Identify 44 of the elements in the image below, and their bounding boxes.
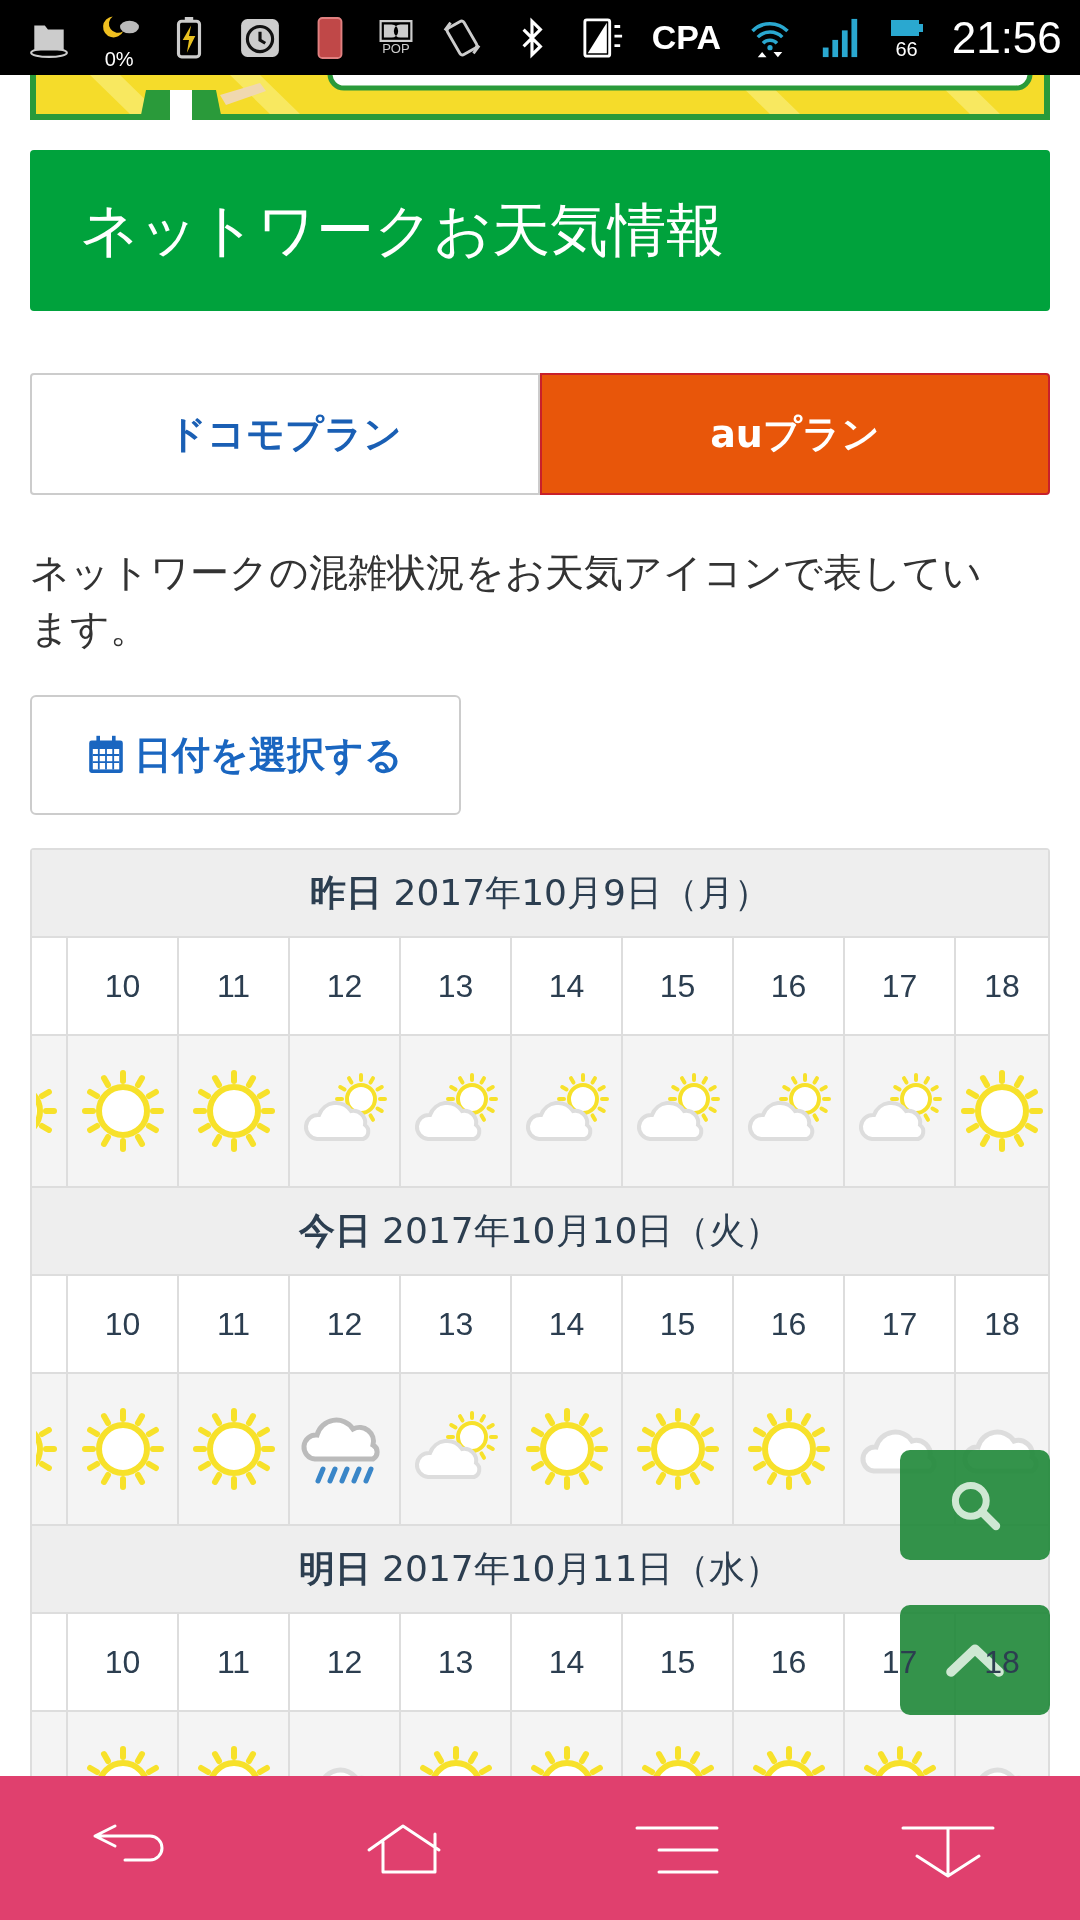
nfc-icon — [581, 16, 624, 59]
calendar-icon — [88, 735, 124, 775]
hour-label: 12 — [326, 1305, 363, 1343]
page-title: ネットワークお天気情報 — [80, 194, 724, 266]
hour-label: 15 — [659, 967, 696, 1005]
hour-label: 11 — [216, 967, 251, 1005]
hour-label: 15 — [659, 1643, 696, 1681]
hour-label: 10 — [104, 967, 141, 1005]
hour-label: 14 — [548, 1643, 585, 1681]
hour-label: 15 — [659, 1305, 696, 1343]
plan-tab[interactable]: ドコモプラン — [30, 373, 540, 495]
hour-label: 17 — [881, 1643, 918, 1681]
description-text: ネットワークの混雑状況をお天気アイコンで表しています。 — [30, 549, 983, 653]
hour-label: 13 — [437, 1305, 474, 1343]
hour-label: 18 — [984, 1305, 1020, 1343]
hour-label: 10 — [104, 1305, 141, 1343]
hour-label: 18 — [984, 967, 1020, 1005]
hour-label: 17 — [881, 1305, 918, 1343]
date-select-button[interactable]: 日付を選択する — [30, 695, 461, 815]
hour-label: 16 — [770, 967, 807, 1005]
plan-tab[interactable]: auプラン — [540, 373, 1050, 495]
hour-label: 14 — [548, 1305, 585, 1343]
hour-label: 12 — [326, 1643, 363, 1681]
hour-label: 13 — [437, 1643, 474, 1681]
day-title: 今日 2017年10月10日（火） — [298, 1208, 782, 1253]
day-title: 明日 2017年10月11日（水） — [298, 1546, 782, 1591]
hour-label: 17 — [881, 967, 918, 1005]
hour-label: 10 — [104, 1643, 141, 1681]
hour-label: 14 — [548, 967, 585, 1005]
carrier-label: CPA — [651, 18, 721, 57]
audio-label: POP — [382, 41, 410, 56]
dolby-icon — [378, 19, 413, 42]
hour-label: 11 — [216, 1643, 251, 1681]
search-button[interactable] — [900, 1450, 1050, 1560]
hour-label: 12 — [326, 967, 363, 1005]
hour-label: 13 — [437, 967, 474, 1005]
battery-level: 66 — [895, 38, 918, 59]
hour-label: 16 — [770, 1643, 807, 1681]
hour-label: 11 — [216, 1305, 251, 1343]
day-title: 昨日 2017年10月9日（月） — [310, 870, 770, 915]
clock: 21:56 — [951, 12, 1062, 63]
hour-label: 16 — [770, 1305, 807, 1343]
alarm-clock-icon — [238, 16, 281, 59]
weather-percent: 0% — [104, 48, 134, 69]
